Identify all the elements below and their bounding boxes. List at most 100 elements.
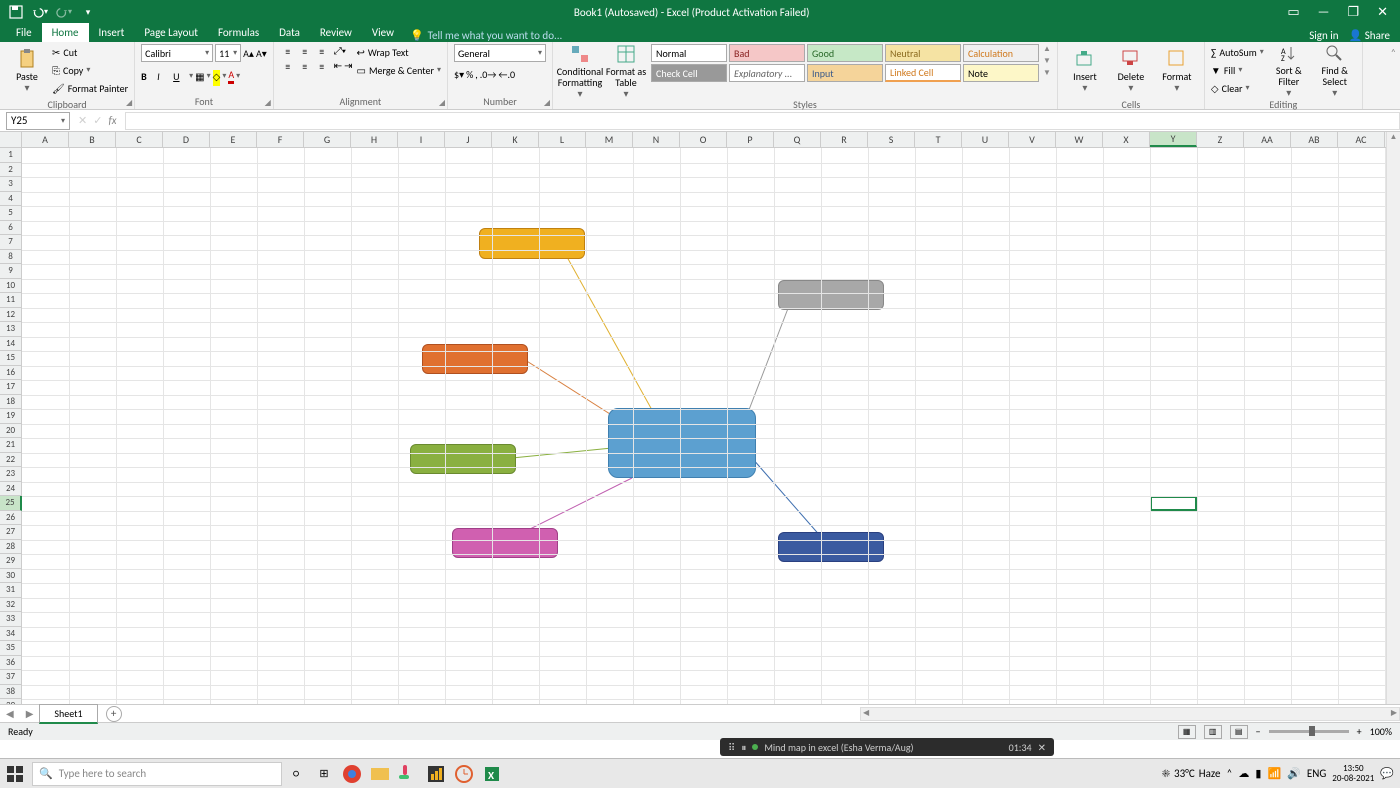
wifi-icon[interactable]: 📶 bbox=[1267, 767, 1281, 780]
row-header[interactable]: 4 bbox=[0, 192, 22, 207]
column-header[interactable]: U bbox=[962, 132, 1009, 147]
undo-icon[interactable]: ▾ bbox=[32, 4, 48, 20]
row-header[interactable]: 12 bbox=[0, 308, 22, 323]
row-header[interactable]: 23 bbox=[0, 467, 22, 482]
column-header[interactable]: V bbox=[1009, 132, 1056, 147]
taskbar-search[interactable]: 🔍 Type here to search bbox=[32, 762, 282, 786]
comma-format-icon[interactable]: , bbox=[475, 68, 478, 81]
font-name-combo[interactable]: Calibri▾ bbox=[141, 44, 213, 62]
column-header[interactable]: S bbox=[868, 132, 915, 147]
row-header[interactable]: 2 bbox=[0, 163, 22, 178]
row-header[interactable]: 31 bbox=[0, 583, 22, 598]
column-header[interactable]: AB bbox=[1291, 132, 1338, 147]
row-header[interactable]: 15 bbox=[0, 351, 22, 366]
row-header[interactable]: 6 bbox=[0, 221, 22, 236]
formula-input[interactable] bbox=[125, 112, 1400, 130]
zoom-in-icon[interactable]: + bbox=[1357, 725, 1362, 738]
font-color-button[interactable]: A bbox=[228, 68, 234, 84]
row-header[interactable]: 36 bbox=[0, 656, 22, 671]
align-bottom-icon[interactable]: ≡ bbox=[314, 44, 330, 58]
column-header[interactable]: W bbox=[1056, 132, 1103, 147]
tell-me-search[interactable]: 💡 Tell me what you want to do... bbox=[404, 29, 562, 42]
column-header[interactable]: G bbox=[304, 132, 351, 147]
style-explanatory[interactable]: Explanatory ... bbox=[729, 64, 805, 82]
column-header[interactable]: AC bbox=[1338, 132, 1385, 147]
tab-page-layout[interactable]: Page Layout bbox=[134, 23, 208, 42]
slack-icon[interactable] bbox=[394, 759, 422, 789]
delete-cells-button[interactable]: Delete▾ bbox=[1110, 44, 1152, 98]
style-bad[interactable]: Bad bbox=[729, 44, 805, 62]
signin-link[interactable]: Sign in bbox=[1309, 29, 1338, 42]
style-input[interactable]: Input bbox=[807, 64, 883, 82]
merge-center-button[interactable]: ▭Merge & Center▾ bbox=[357, 62, 441, 78]
recording-bar[interactable]: ⠿ ⏸ Mind map in excel (Esha Verma/Aug) 0… bbox=[720, 738, 1054, 756]
redo-icon[interactable]: ▾ bbox=[56, 4, 72, 20]
align-right-icon[interactable]: ≡ bbox=[314, 59, 330, 73]
zoom-slider[interactable] bbox=[1269, 730, 1349, 733]
weather-widget[interactable]: ☀ 33°C Haze bbox=[1162, 767, 1221, 780]
zoom-out-icon[interactable]: − bbox=[1256, 725, 1261, 738]
row-header[interactable]: 38 bbox=[0, 685, 22, 700]
page-break-view-icon[interactable]: ▤ bbox=[1230, 725, 1248, 739]
language-indicator[interactable]: ENG bbox=[1307, 767, 1326, 780]
font-dialog-icon[interactable]: ◢ bbox=[265, 98, 271, 108]
italic-button[interactable]: I bbox=[157, 70, 171, 83]
chrome-icon[interactable] bbox=[338, 759, 366, 789]
column-header[interactable]: B bbox=[69, 132, 116, 147]
column-header[interactable]: X bbox=[1103, 132, 1150, 147]
bold-button[interactable]: B bbox=[141, 70, 155, 83]
column-header[interactable]: H bbox=[351, 132, 398, 147]
share-button[interactable]: 👤 Share bbox=[1349, 29, 1390, 42]
conditional-formatting-button[interactable]: Conditional Formatting▾ bbox=[559, 44, 601, 98]
format-as-table-button[interactable]: Format as Table▾ bbox=[605, 44, 647, 98]
task-view-icon[interactable]: ⊞ bbox=[310, 759, 338, 789]
row-header[interactable]: 32 bbox=[0, 598, 22, 613]
accounting-format-icon[interactable]: $▾ bbox=[454, 68, 464, 81]
column-header[interactable]: AA bbox=[1244, 132, 1291, 147]
row-header[interactable]: 28 bbox=[0, 540, 22, 555]
excel-icon[interactable]: X bbox=[478, 759, 506, 789]
align-middle-icon[interactable]: ≡ bbox=[297, 44, 313, 58]
column-header[interactable]: T bbox=[915, 132, 962, 147]
copy-button[interactable]: ⎘Copy▾ bbox=[52, 62, 128, 78]
ribbon-display-icon[interactable]: ▭ bbox=[1287, 5, 1299, 20]
fill-button[interactable]: ▼Fill▾ bbox=[1211, 62, 1264, 78]
clock-app-icon[interactable] bbox=[450, 759, 478, 789]
column-header[interactable]: I bbox=[398, 132, 445, 147]
tray-clock[interactable]: 13:50 20-08-2021 bbox=[1332, 764, 1374, 784]
recording-pause-icon[interactable]: ⏸ bbox=[741, 741, 746, 754]
onedrive-icon[interactable]: ☁ bbox=[1238, 767, 1249, 780]
page-layout-view-icon[interactable]: ▥ bbox=[1204, 725, 1222, 739]
sheet-nav-next-icon[interactable]: ▶ bbox=[20, 707, 40, 720]
start-button[interactable] bbox=[0, 759, 30, 789]
paste-button[interactable]: Paste ▾ bbox=[6, 44, 48, 98]
styles-scroll-up-icon[interactable]: ▲ bbox=[1043, 44, 1051, 54]
clear-button[interactable]: ◇Clear▾ bbox=[1211, 80, 1264, 96]
insert-cells-button[interactable]: Insert▾ bbox=[1064, 44, 1106, 98]
row-header[interactable]: 35 bbox=[0, 641, 22, 656]
column-header[interactable]: P bbox=[727, 132, 774, 147]
tab-review[interactable]: Review bbox=[310, 23, 362, 42]
style-linked-cell[interactable]: Linked Cell bbox=[885, 64, 961, 82]
column-header[interactable]: N bbox=[633, 132, 680, 147]
row-header[interactable]: 27 bbox=[0, 525, 22, 540]
file-explorer-icon[interactable] bbox=[366, 759, 394, 789]
align-top-icon[interactable]: ≡ bbox=[280, 44, 296, 58]
row-header[interactable]: 16 bbox=[0, 366, 22, 381]
styles-more-icon[interactable]: ▼ bbox=[1043, 68, 1051, 78]
font-size-combo[interactable]: 11▾ bbox=[215, 44, 241, 62]
column-header[interactable]: L bbox=[539, 132, 586, 147]
save-icon[interactable] bbox=[8, 4, 24, 20]
horizontal-scrollbar[interactable]: ◀ ▶ bbox=[860, 707, 1400, 721]
action-center-icon[interactable]: 💬 bbox=[1380, 767, 1394, 780]
shape-green[interactable] bbox=[410, 444, 516, 474]
row-header[interactable]: 39 bbox=[0, 699, 22, 704]
minimize-icon[interactable]: — bbox=[1318, 5, 1330, 20]
sheet-nav-prev-icon[interactable]: ◀ bbox=[0, 707, 20, 720]
row-header[interactable]: 37 bbox=[0, 670, 22, 685]
percent-format-icon[interactable]: % bbox=[466, 68, 473, 81]
zoom-level[interactable]: 100% bbox=[1370, 725, 1392, 738]
decrease-indent-icon[interactable]: ⇤ bbox=[334, 59, 342, 72]
row-header[interactable]: 14 bbox=[0, 337, 22, 352]
format-cells-button[interactable]: Format▾ bbox=[1156, 44, 1198, 98]
